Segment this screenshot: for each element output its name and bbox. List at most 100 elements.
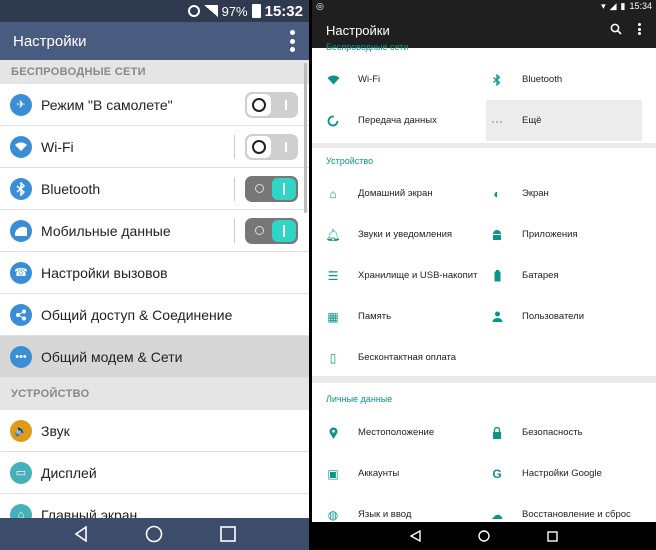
setting-label: Батарея (522, 270, 559, 281)
setting-label: Экран (522, 188, 549, 199)
search-icon[interactable] (610, 23, 622, 35)
google-icon: G (492, 466, 502, 481)
overflow-menu-icon[interactable] (638, 23, 642, 35)
bluetooth-icon (490, 73, 504, 86)
wifi-icon (10, 135, 32, 158)
setting-memory[interactable]: ▦ Память (326, 296, 486, 337)
display-icon: ▭ (10, 461, 32, 484)
setting-storage[interactable]: ☰ Хранилище и USB-накопит (326, 255, 486, 296)
battery-icon (490, 269, 504, 282)
setting-label: Wi-Fi (358, 74, 381, 85)
mobile-data-toggle[interactable] (245, 218, 298, 244)
setting-label: Общий доступ & Соединение (41, 306, 233, 323)
setting-label: Передача данных (358, 115, 437, 126)
location-icon (326, 426, 340, 439)
setting-mobile-data[interactable]: Мобильные данные (0, 210, 309, 252)
setting-label: Аккаунты (358, 468, 400, 479)
brightness-icon: ◐ (493, 186, 501, 201)
setting-more[interactable]: ··· Ещё (486, 100, 642, 141)
airplane-toggle[interactable] (245, 92, 298, 118)
scrollbar[interactable] (304, 63, 307, 213)
setting-users[interactable]: Пользователи (490, 296, 642, 337)
setting-label: Домашний экран (358, 188, 433, 199)
bluetooth-toggle[interactable] (245, 176, 298, 202)
backup-icon: ☁ (491, 507, 503, 522)
setting-sounds[interactable]: 🔔︎ Звуки и уведомления (325, 214, 486, 255)
data-usage-icon (326, 115, 340, 127)
setting-label: Местоположение (358, 427, 435, 438)
setting-accounts[interactable]: ▣ Аккаунты (326, 453, 486, 494)
setting-location[interactable]: Местоположение (326, 412, 486, 453)
setting-apps[interactable]: Приложения (490, 214, 642, 255)
wifi-toggle[interactable] (245, 134, 298, 160)
bell-icon: 🔔︎ (325, 227, 341, 242)
setting-data-usage[interactable]: Передача данных (326, 100, 486, 141)
wifi-icon (326, 75, 340, 85)
setting-label: Дисплей (41, 464, 97, 481)
memory-icon: ▦ (327, 309, 339, 324)
recents-icon[interactable] (546, 530, 558, 542)
setting-home-screen[interactable]: ⌂ Домашний экран (326, 173, 486, 214)
status-time: 15:32 (264, 2, 303, 20)
setting-wifi[interactable]: Wi-Fi (0, 126, 309, 168)
overflow-menu-icon[interactable] (289, 30, 295, 52)
setting-nfc-payment[interactable]: ▯ Бесконтактная оплата (326, 337, 526, 378)
setting-display[interactable]: ▭ Дисплей (0, 452, 309, 494)
home-button-icon[interactable] (145, 525, 163, 543)
setting-label: Мобильные данные (41, 222, 171, 239)
setting-wifi[interactable]: Wi-Fi (326, 59, 486, 100)
setting-label: Бесконтактная оплата (358, 352, 457, 363)
recents-icon[interactable] (219, 526, 236, 542)
settings-list: БЕСПРОВОДНЫЕ СЕТИ ✈ Режим "В самолете" W… (0, 60, 309, 550)
account-icon: ▣ (327, 466, 339, 481)
back-icon[interactable] (74, 526, 88, 542)
setting-tethering[interactable]: ••• Общий модем & Сети (0, 336, 309, 378)
airplane-icon: ✈ (10, 93, 32, 116)
lg-settings-screen: 97% 15:32 Настройки БЕСПРОВОДНЫЕ СЕТИ ✈ … (0, 0, 309, 550)
android-settings-screen: ◎ ▾ ◢ ▮ 15:34 Настройки Беспроводные сет… (312, 0, 656, 550)
setting-label: Bluetooth (41, 180, 101, 197)
battery-icon (251, 4, 261, 18)
sound-icon: 🔈 (10, 419, 32, 442)
setting-label: Настройки вызовов (41, 264, 168, 281)
back-icon[interactable] (410, 530, 422, 542)
page-title: Настройки (13, 32, 87, 50)
signal-icon: ◢ (609, 0, 617, 11)
setting-battery[interactable]: Батарея (490, 255, 642, 296)
setting-display[interactable]: ◐ Экран (490, 173, 642, 214)
nfc-icon: ▯ (329, 350, 337, 365)
status-time: 15:34 (629, 1, 652, 11)
bluetooth-icon (10, 177, 32, 200)
more-horiz-icon: ··· (491, 113, 503, 128)
home-button-icon[interactable] (478, 530, 490, 542)
setting-google[interactable]: G Настройки Google (490, 453, 642, 494)
app-bar: Настройки (0, 22, 309, 60)
battery-percent: 97% (221, 3, 248, 19)
page-title: Настройки (326, 22, 390, 38)
navigation-bar (312, 522, 656, 550)
setting-label: Приложения (522, 229, 578, 240)
category-device: Устройство (326, 156, 374, 166)
setting-label: Режим "В самолете" (41, 96, 173, 113)
setting-label: Общий модем & Сети (41, 348, 183, 365)
setting-airplane-mode[interactable]: ✈ Режим "В самолете" (0, 84, 309, 126)
setting-security[interactable]: Безопасность (490, 412, 642, 453)
android-icon (490, 229, 504, 241)
setting-label: Звуки и уведомления (358, 229, 453, 240)
share-icon (10, 303, 32, 326)
signal-icon (203, 5, 218, 17)
setting-call-settings[interactable]: ☎ Настройки вызовов (0, 252, 309, 294)
section-header-device: УСТРОЙСТВО (0, 378, 309, 410)
device-card: Устройство ⌂ Домашний экран ◐ Экран 🔔︎ З… (312, 148, 656, 376)
setting-label: Восстановление и сброс (522, 509, 631, 520)
battery-icon: ▮ (620, 0, 626, 11)
person-icon (490, 311, 504, 322)
status-bar: 97% 15:32 (0, 0, 309, 22)
setting-bluetooth[interactable]: Bluetooth (490, 59, 642, 100)
setting-sound[interactable]: 🔈 Звук (0, 410, 309, 452)
setting-share-connect[interactable]: Общий доступ & Соединение (0, 294, 309, 336)
globe-icon: ◍ (327, 507, 339, 522)
setting-label: Настройки Google (522, 468, 602, 479)
setting-label: Безопасность (522, 427, 583, 438)
setting-bluetooth[interactable]: Bluetooth (0, 168, 309, 210)
